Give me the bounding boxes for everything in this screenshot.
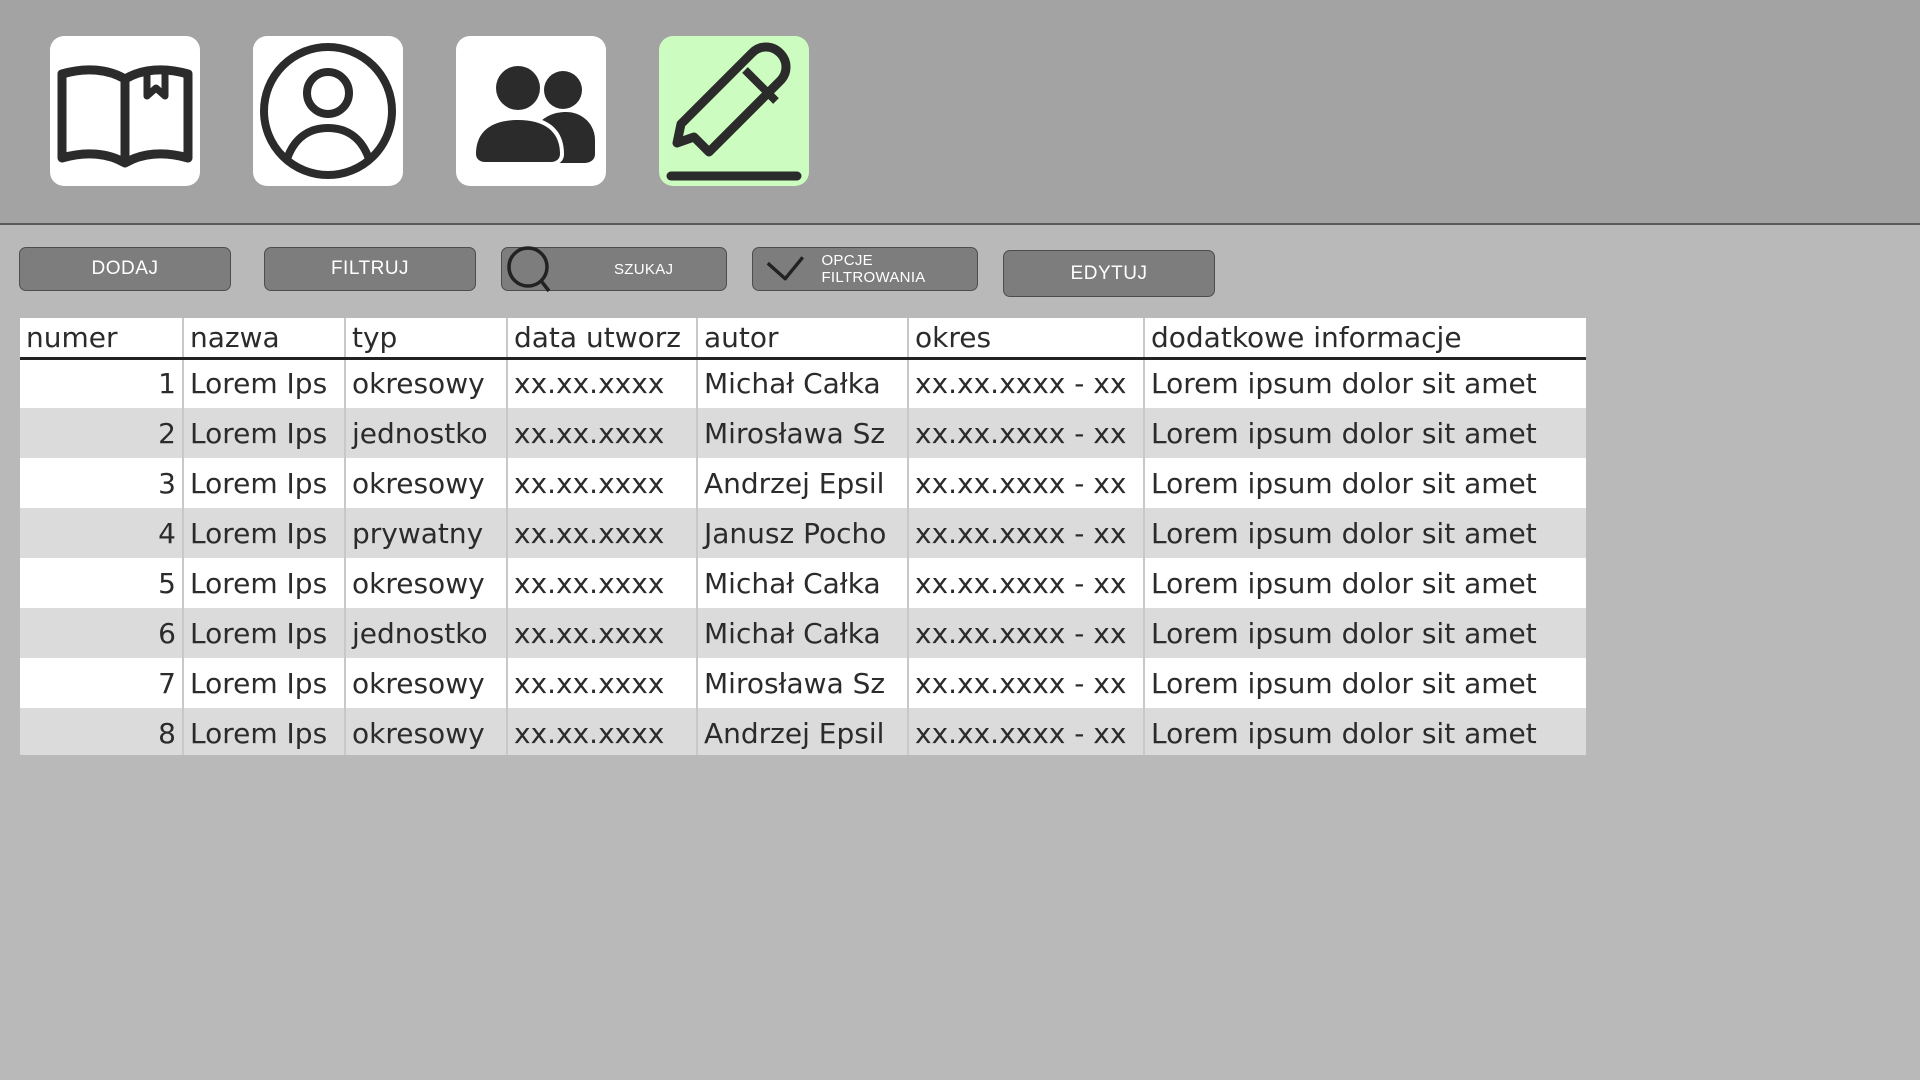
table-cell-dodatkowe[interactable]: Lorem ipsum dolor sit amet <box>1143 658 1586 708</box>
table-cell-numer[interactable]: 6 <box>20 608 183 658</box>
table-cell-autor[interactable]: Michał Całka <box>696 558 908 608</box>
records-table: numer nazwa typ data utworz autor okres dodatk… <box>20 318 1586 755</box>
column-header-data[interactable]: data utworz <box>506 318 697 360</box>
edit-button[interactable]: EDYTUJ <box>1003 250 1215 297</box>
nav-tile-profile[interactable] <box>253 36 403 186</box>
table-cell-numer[interactable]: 7 <box>20 658 183 708</box>
records-grid: numer nazwa typ data utworz autor okres dodatk… <box>20 318 1586 755</box>
table-cell-nazwa[interactable]: Lorem Ips <box>182 458 345 508</box>
table-cell-autor[interactable]: Michał Całka <box>696 608 908 658</box>
table-cell-nazwa[interactable]: Lorem Ips <box>182 358 345 408</box>
table-cell-typ[interactable]: okresowy <box>344 708 507 755</box>
table-cell-dodatkowe[interactable]: Lorem ipsum dolor sit amet <box>1143 408 1586 458</box>
table-cell-data[interactable]: xx.xx.xxxx <box>506 408 697 458</box>
table-cell-typ[interactable]: okresowy <box>344 658 507 708</box>
column-header-autor[interactable]: autor <box>696 318 908 360</box>
filter-options-dropdown[interactable]: OPCJE FILTROWANIA <box>752 247 978 291</box>
table-cell-numer[interactable]: 3 <box>20 458 183 508</box>
add-button[interactable]: DODAJ <box>19 247 231 291</box>
table-cell-autor[interactable]: Andrzej Epsil <box>696 708 908 755</box>
table-cell-data[interactable]: xx.xx.xxxx <box>506 658 697 708</box>
table-cell-data[interactable]: xx.xx.xxxx <box>506 608 697 658</box>
table-cell-typ[interactable]: okresowy <box>344 458 507 508</box>
add-button-label: DODAJ <box>91 258 159 279</box>
table-cell-dodatkowe[interactable]: Lorem ipsum dolor sit amet <box>1143 358 1586 408</box>
nav-tile-users[interactable] <box>456 36 606 186</box>
table-cell-autor[interactable]: Michał Całka <box>696 358 908 408</box>
search-button-label: SZUKAJ <box>614 260 674 278</box>
table-cell-dodatkowe[interactable]: Lorem ipsum dolor sit amet <box>1143 458 1586 508</box>
table-cell-okres[interactable]: xx.xx.xxxx - xx <box>907 558 1144 608</box>
table-cell-okres[interactable]: xx.xx.xxxx - xx <box>907 458 1144 508</box>
chevron-down-icon <box>766 256 805 281</box>
filter-button[interactable]: FILTRUJ <box>264 247 476 291</box>
table-cell-typ[interactable]: jednostko <box>344 608 507 658</box>
table-cell-data[interactable]: xx.xx.xxxx <box>506 458 697 508</box>
user-circle-icon <box>260 43 396 179</box>
table-cell-numer[interactable]: 4 <box>20 508 183 558</box>
table-row[interactable]: 3 Lorem Ips okresowy xx.xx.xxxx Andrzej Epsi… <box>20 458 1586 508</box>
table-cell-nazwa[interactable]: Lorem Ips <box>182 558 345 608</box>
table-row[interactable]: 8 Lorem Ips okresowy xx.xx.xxxx Andrzej Epsi… <box>20 708 1586 755</box>
table-cell-okres[interactable]: xx.xx.xxxx - xx <box>907 658 1144 708</box>
table-cell-autor[interactable]: Andrzej Epsil <box>696 458 908 508</box>
table-cell-okres[interactable]: xx.xx.xxxx - xx <box>907 708 1144 755</box>
table-cell-numer[interactable]: 1 <box>20 358 183 408</box>
column-header-typ[interactable]: typ <box>344 318 507 360</box>
table-row[interactable]: 4 Lorem Ips prywatny xx.xx.xxxx Janusz Pocho… <box>20 508 1586 558</box>
table-cell-okres[interactable]: xx.xx.xxxx - xx <box>907 408 1144 458</box>
table-cell-data[interactable]: xx.xx.xxxx <box>506 558 697 608</box>
table-cell-data[interactable]: xx.xx.xxxx <box>506 508 697 558</box>
table-cell-autor[interactable]: Janusz Pocho <box>696 508 908 558</box>
column-header-nazwa[interactable]: nazwa <box>182 318 345 360</box>
table-cell-autor[interactable]: Mirosława Sz <box>696 408 908 458</box>
table-cell-data[interactable]: xx.xx.xxxx <box>506 708 697 755</box>
table-cell-numer[interactable]: 8 <box>20 708 183 755</box>
users-icon <box>472 62 595 165</box>
filter-button-label: FILTRUJ <box>330 258 410 279</box>
column-header-numer[interactable]: numer <box>20 318 183 360</box>
search-button[interactable]: SZUKAJ <box>501 246 727 293</box>
table-cell-typ[interactable]: prywatny <box>344 508 507 558</box>
filter-options-label: OPCJE FILTROWANIA <box>821 252 926 286</box>
table-row[interactable]: 7 Lorem Ips okresowy xx.xx.xxxx Mirosława Sz… <box>20 658 1586 708</box>
table-row[interactable]: 5 Lorem Ips okresowy xx.xx.xxxx Michał Całka… <box>20 558 1586 608</box>
table-cell-nazwa[interactable]: Lorem Ips <box>182 708 345 755</box>
table-cell-okres[interactable]: xx.xx.xxxx - xx <box>907 608 1144 658</box>
table-cell-typ[interactable]: okresowy <box>344 358 507 408</box>
table-cell-numer[interactable]: 2 <box>20 408 183 458</box>
table-cell-dodatkowe[interactable]: Lorem ipsum dolor sit amet <box>1143 558 1586 608</box>
table-row[interactable]: 1 Lorem Ips okresowy xx.xx.xxxx Michał Całka… <box>20 358 1586 408</box>
top-nav-bar <box>0 0 1920 225</box>
table-cell-nazwa[interactable]: Lorem Ips <box>182 508 345 558</box>
table-cell-data[interactable]: xx.xx.xxxx <box>506 358 697 408</box>
column-header-dodatkowe[interactable]: dodatkowe informacje <box>1143 318 1586 360</box>
table-cell-typ[interactable]: okresowy <box>344 558 507 608</box>
table-cell-okres[interactable]: xx.xx.xxxx - xx <box>907 358 1144 408</box>
edit-button-label: EDYTUJ <box>1070 262 1148 284</box>
table-header-row: numer nazwa typ data utworz autor okres dodatk… <box>20 318 1586 360</box>
table-cell-autor[interactable]: Mirosława Sz <box>696 658 908 708</box>
table-cell-okres[interactable]: xx.xx.xxxx - xx <box>907 508 1144 558</box>
table-cell-nazwa[interactable]: Lorem Ips <box>182 408 345 458</box>
table-cell-dodatkowe[interactable]: Lorem ipsum dolor sit amet <box>1143 508 1586 558</box>
nav-tile-edit[interactable] <box>659 36 809 186</box>
table-row[interactable]: 2 Lorem Ips jednostko xx.xx.xxxx Mirosława S… <box>20 408 1586 458</box>
table-cell-dodatkowe[interactable]: Lorem ipsum dolor sit amet <box>1143 608 1586 658</box>
table-cell-numer[interactable]: 5 <box>20 558 183 608</box>
table-row[interactable]: 6 Lorem Ips jednostko xx.xx.xxxx Michał Całk… <box>20 608 1586 658</box>
table-cell-dodatkowe[interactable]: Lorem ipsum dolor sit amet <box>1143 708 1586 755</box>
pencil-icon <box>666 42 802 181</box>
book-icon <box>57 65 193 168</box>
table-cell-nazwa[interactable]: Lorem Ips <box>182 608 345 658</box>
search-icon <box>507 246 551 293</box>
column-header-okres[interactable]: okres <box>907 318 1144 360</box>
nav-tile-books[interactable] <box>50 36 200 186</box>
table-cell-nazwa[interactable]: Lorem Ips <box>182 658 345 708</box>
table-cell-typ[interactable]: jednostko <box>344 408 507 458</box>
